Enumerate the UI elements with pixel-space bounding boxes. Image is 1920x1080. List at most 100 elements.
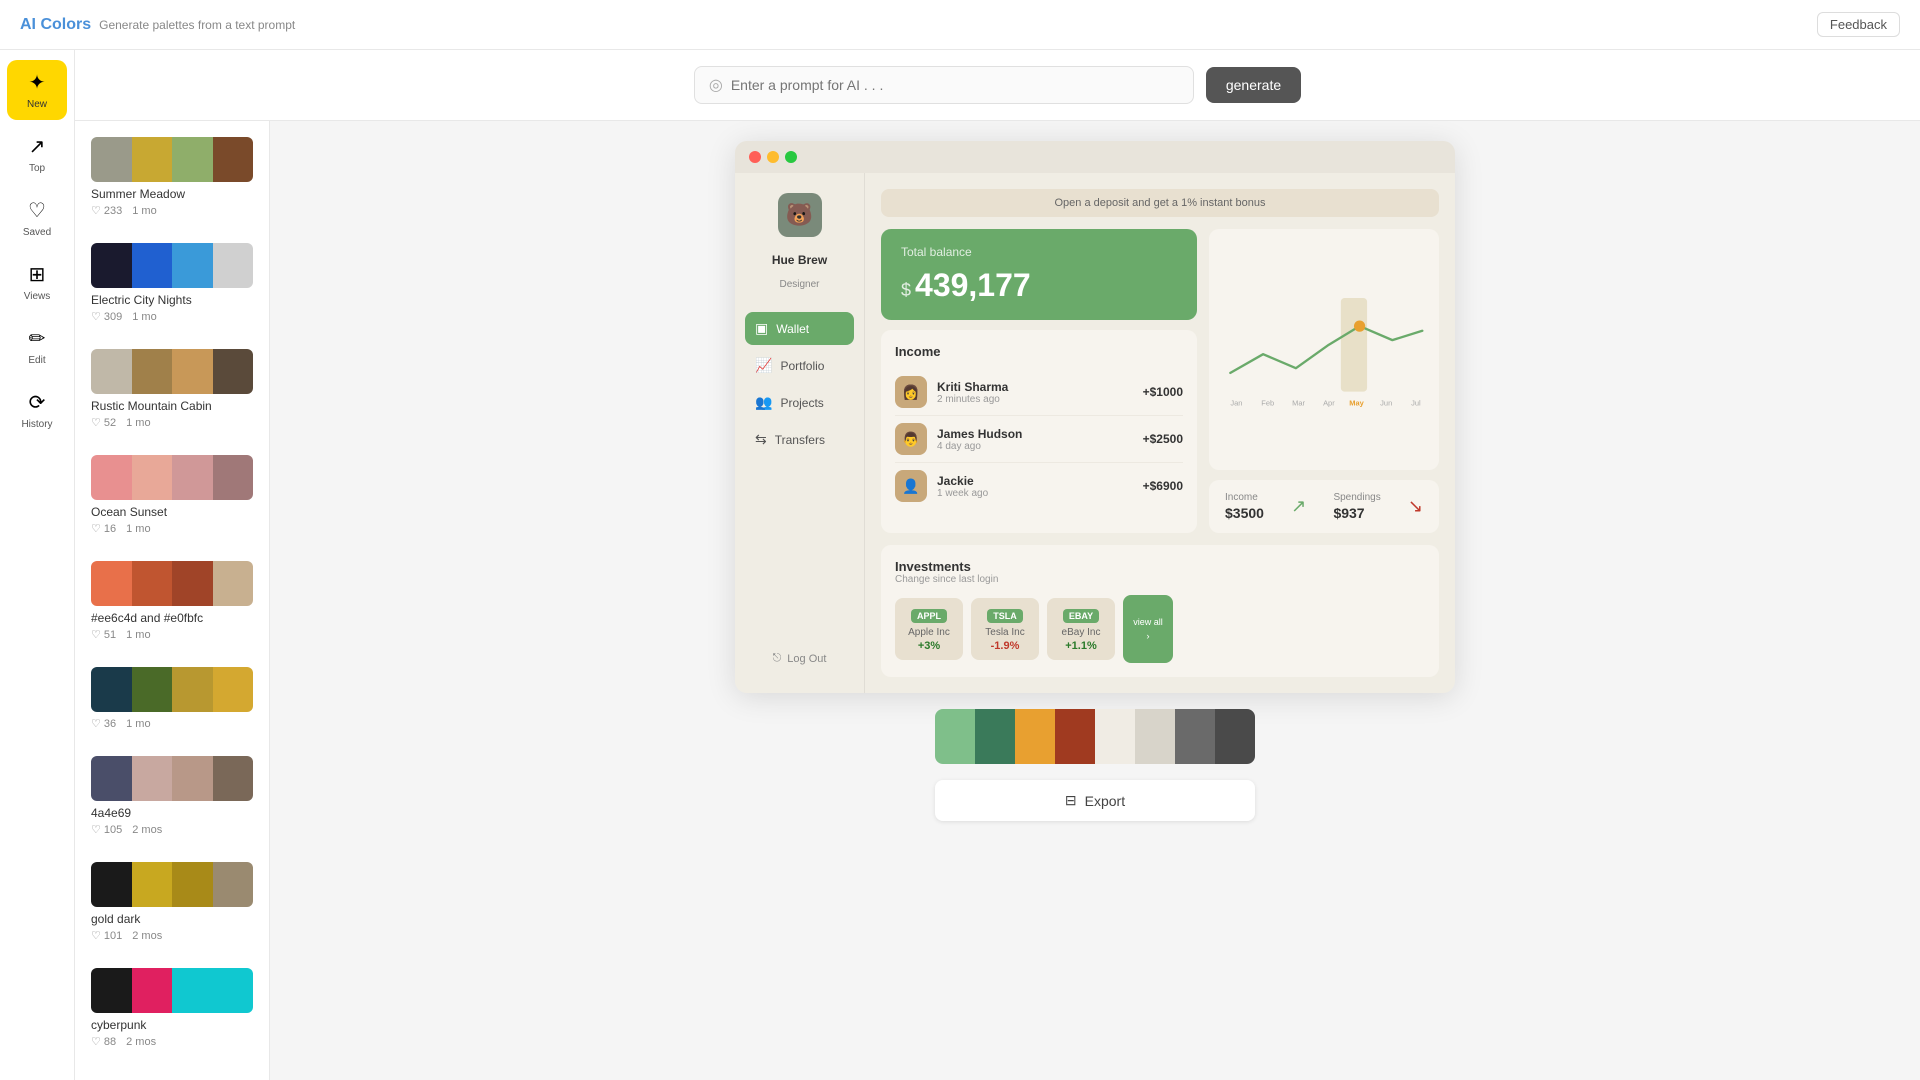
stat-income-label: Income	[1225, 492, 1264, 503]
palette-name-6: 4a4e69	[91, 806, 253, 820]
nav-portfolio[interactable]: 📈 Portfolio	[745, 349, 854, 382]
prompt-bar: ◎ generate	[75, 50, 1920, 121]
swatch	[132, 862, 173, 907]
palette-meta-2: ♡ 521 mo	[91, 416, 253, 429]
logout-button[interactable]: ⎋ Log Out	[765, 644, 835, 673]
income-avatar-1: 👨	[895, 423, 927, 455]
stat-spendings: Spendings $937	[1333, 492, 1380, 521]
minimize-dot[interactable]	[767, 151, 779, 163]
swatch	[213, 137, 254, 182]
swatch	[132, 756, 173, 801]
nav-wallet[interactable]: ▣ Wallet	[745, 312, 854, 345]
preview-panel: 🐻 Hue Brew Designer ▣ Wallet 📈 P	[270, 121, 1920, 1080]
income-info-2: Jackie 1 week ago	[937, 474, 1133, 499]
bottom-swatch	[1015, 709, 1055, 764]
stat-income-value: $3500	[1225, 505, 1264, 521]
window-body: 🐻 Hue Brew Designer ▣ Wallet 📈 P	[735, 173, 1455, 693]
sidebar-item-saved[interactable]: ♡ Saved	[7, 188, 67, 248]
top-icon: ↗	[29, 134, 46, 159]
swatch	[132, 349, 173, 394]
inv-company-2: eBay Inc	[1057, 627, 1105, 638]
nav-projects[interactable]: 👥 Projects	[745, 386, 854, 419]
svg-text:Jan: Jan	[1230, 399, 1242, 408]
palette-card-3[interactable]: Ocean Sunset♡ 161 mo	[85, 449, 259, 541]
palette-card-1[interactable]: Electric City Nights♡ 3091 mo	[85, 237, 259, 329]
income-name-1: James Hudson	[937, 427, 1133, 441]
bottom-swatch	[935, 709, 975, 764]
palette-card-2[interactable]: Rustic Mountain Cabin ♡ 521 mo	[85, 343, 259, 435]
sidebar-item-views[interactable]: ⊞ Views	[7, 252, 67, 312]
palette-card-5[interactable]: ♡ 361 mo	[85, 661, 259, 736]
bottom-swatch	[1135, 709, 1175, 764]
nav-transfers[interactable]: ⇆ Transfers	[745, 423, 854, 456]
swatch	[213, 349, 254, 394]
palette-meta-8: ♡ 882 mos	[91, 1035, 253, 1048]
ai-icon: ◎	[709, 75, 723, 95]
palette-card-7[interactable]: gold dark♡ 1012 mos	[85, 856, 259, 948]
palette-card-0[interactable]: Summer Meadow♡ 2331 mo	[85, 131, 259, 223]
projects-icon: 👥	[755, 394, 772, 411]
palette-likes-6: ♡ 105	[91, 823, 122, 836]
prompt-input[interactable]	[731, 77, 1179, 93]
palette-swatches-7	[91, 862, 253, 907]
user-name: Hue Brew	[772, 253, 827, 267]
export-bar[interactable]: ⊟ Export	[935, 780, 1255, 821]
palette-swatches-3	[91, 455, 253, 500]
palette-card-8[interactable]: cyberpunk ♡ 882 mos	[85, 962, 259, 1054]
history-icon: ⟳	[29, 390, 46, 415]
balance-value: 439,177	[915, 267, 1031, 303]
new-icon: ✦	[29, 70, 46, 95]
inv-tag-0: APPL	[911, 609, 947, 623]
swatch	[213, 243, 254, 288]
income-row-1: 👨 James Hudson 4 day ago +$2500	[895, 416, 1183, 463]
svg-text:Jun: Jun	[1380, 399, 1392, 408]
palette-likes-4: ♡ 51	[91, 628, 116, 641]
maximize-dot[interactable]	[785, 151, 797, 163]
transfers-icon: ⇆	[755, 431, 767, 448]
sidebar-label-saved: Saved	[23, 227, 51, 238]
sidebar-label-new: New	[27, 99, 47, 110]
swatch	[91, 561, 132, 606]
balance-label: Total balance	[901, 245, 1177, 259]
app-main: Open a deposit and get a 1% instant bonu…	[865, 173, 1455, 693]
palette-likes-0: ♡ 233	[91, 204, 122, 217]
app-window: 🐻 Hue Brew Designer ▣ Wallet 📈 P	[735, 141, 1455, 693]
main-layout: ✦ New ↗ Top ♡ Saved ⊞ Views ✏ Edit ⟳ His…	[0, 50, 1920, 1080]
income-amount-0: +$1000	[1143, 385, 1183, 399]
income-amount-1: +$2500	[1143, 432, 1183, 446]
swatch	[213, 667, 254, 712]
income-row-0: 👩 Kriti Sharma 2 minutes ago +$1000	[895, 369, 1183, 416]
sidebar-item-edit[interactable]: ✏ Edit	[7, 316, 67, 376]
close-dot[interactable]	[749, 151, 761, 163]
palette-list: Summer Meadow♡ 2331 moElectric City Nigh…	[75, 121, 270, 1080]
sidebar-label-edit: Edit	[28, 355, 45, 366]
swatch	[91, 137, 132, 182]
palette-name-4: #ee6c4d and #e0fbfc	[91, 611, 253, 625]
header-left: AI Colors Generate palettes from a text …	[20, 16, 295, 34]
palette-card-6[interactable]: 4a4e69 ♡ 105 2 mos	[85, 750, 259, 842]
palette-time-6: 2 mos	[132, 824, 162, 836]
inv-change-2: +1.1%	[1057, 640, 1105, 652]
palette-name-2: Rustic Mountain Cabin	[91, 399, 253, 413]
view-all-button[interactable]: view all ›	[1123, 595, 1173, 663]
swatch	[91, 243, 132, 288]
sidebar-item-history[interactable]: ⟳ History	[7, 380, 67, 440]
bottom-palette	[935, 709, 1255, 764]
feedback-button[interactable]: Feedback	[1817, 12, 1900, 37]
bottom-swatch	[1095, 709, 1135, 764]
sidebar-item-new[interactable]: ✦ New	[7, 60, 67, 120]
svg-text:Jul: Jul	[1411, 399, 1421, 408]
generate-button[interactable]: generate	[1206, 67, 1301, 103]
palette-time-7: 2 mos	[132, 930, 162, 942]
palette-name-8: cyberpunk	[91, 1018, 253, 1032]
nav-wallet-label: Wallet	[776, 322, 809, 336]
stats-row: Income $3500 ↗ Spendings $937 ↘	[1209, 480, 1439, 533]
palette-time-0: 1 mo	[132, 205, 156, 217]
palette-card-4[interactable]: #ee6c4d and #e0fbfc♡ 511 mo	[85, 555, 259, 647]
palette-time-2: 1 mo	[126, 417, 150, 429]
palette-swatches-5	[91, 667, 253, 712]
sidebar-item-top[interactable]: ↗ Top	[7, 124, 67, 184]
palette-time-8: 2 mos	[126, 1036, 156, 1048]
bottom-swatch	[1055, 709, 1095, 764]
palette-time-1: 1 mo	[132, 311, 156, 323]
